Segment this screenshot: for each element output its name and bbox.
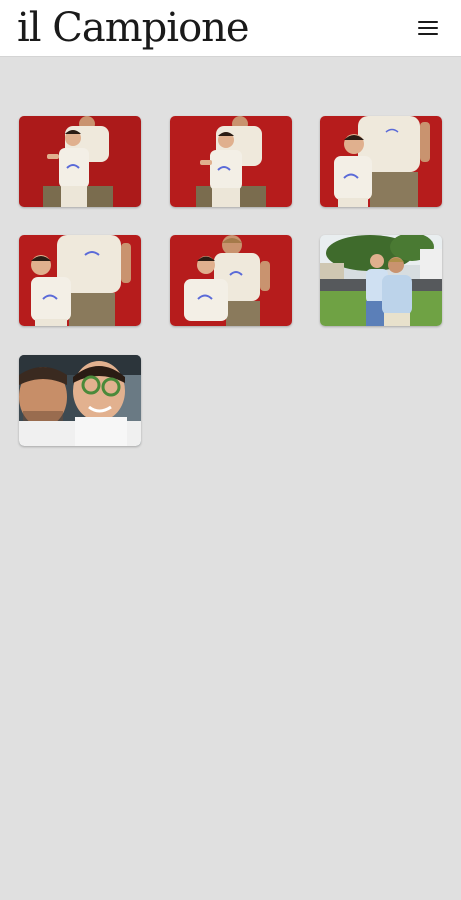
photo-4[interactable]	[19, 235, 141, 326]
photo-3[interactable]	[320, 116, 442, 207]
app-header: il Campione	[0, 0, 461, 57]
hamburger-menu-icon[interactable]	[412, 16, 444, 42]
menu-bar	[418, 33, 438, 35]
photo-7[interactable]	[19, 355, 141, 446]
photo-gallery	[0, 57, 461, 900]
photo-5[interactable]	[170, 235, 292, 326]
photo-2[interactable]	[170, 116, 292, 207]
photo-1[interactable]	[19, 116, 141, 207]
site-logo[interactable]: il Campione	[17, 4, 250, 52]
menu-bar	[418, 27, 438, 29]
menu-bar	[418, 21, 438, 23]
photo-6[interactable]	[320, 235, 442, 326]
